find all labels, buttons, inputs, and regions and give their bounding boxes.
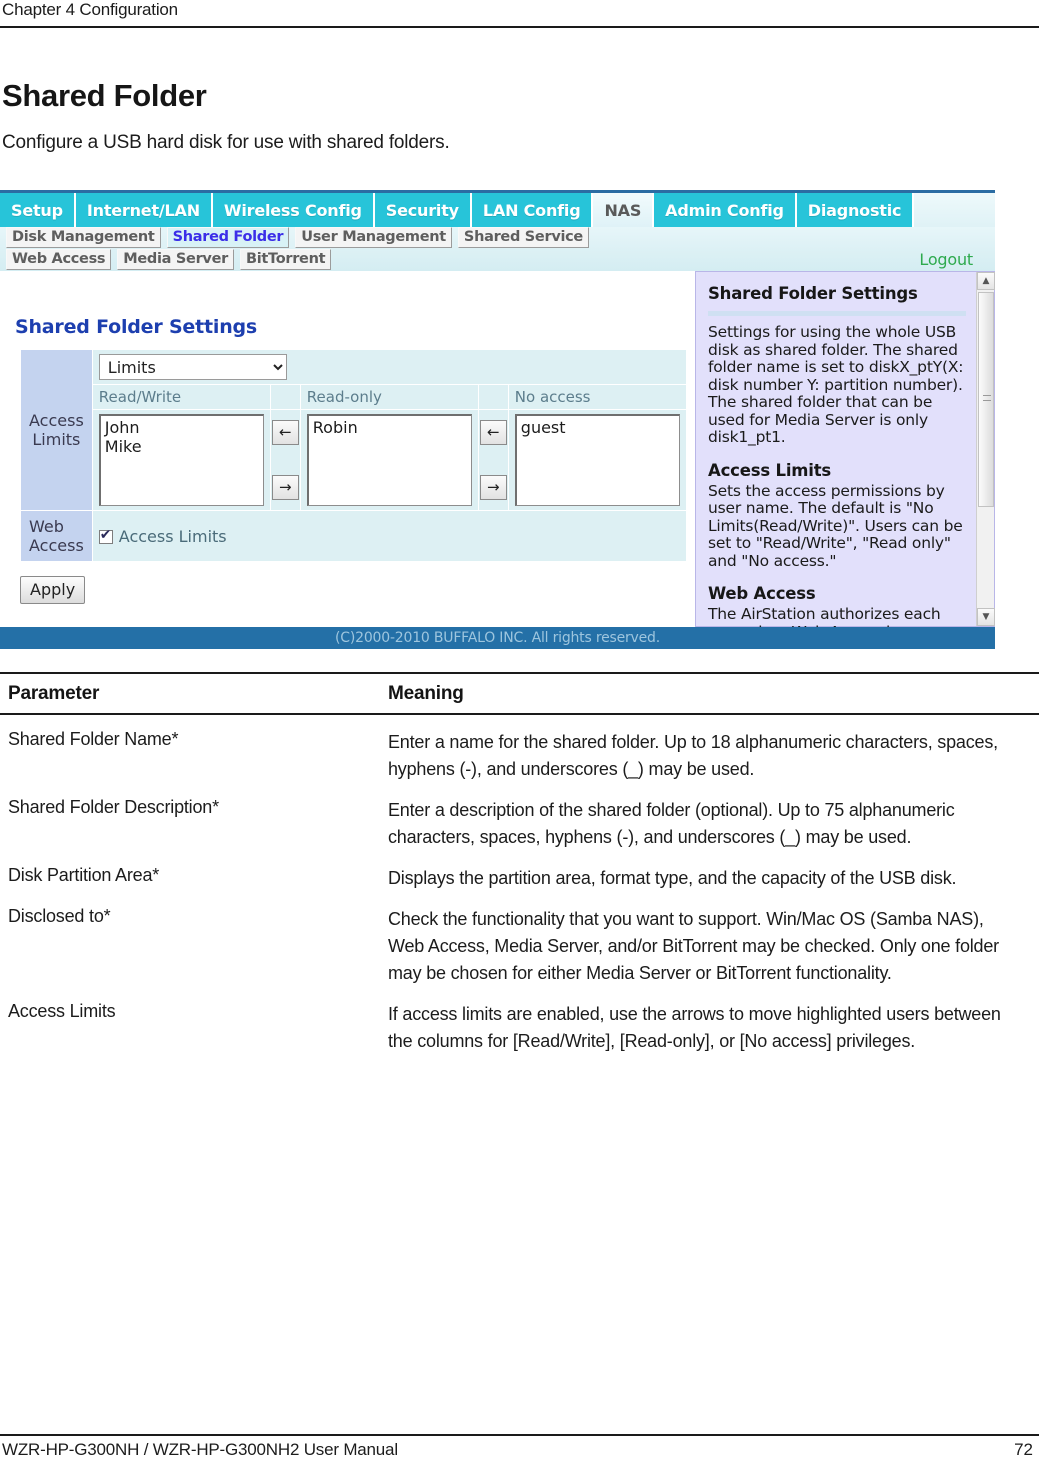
sub-tab-shared-service[interactable]: Shared Service — [457, 227, 589, 248]
cell-meaning: Displays the partition area, format type… — [388, 868, 957, 888]
cell-meaning: Check the functionality that you want to… — [388, 909, 999, 983]
cell-parameter: Shared Folder Description* — [8, 797, 219, 817]
scrollbar-thumb[interactable] — [978, 292, 994, 507]
move-left-arrow-1[interactable]: ← — [271, 420, 299, 445]
table-header-row: Parameter Meaning — [0, 674, 1039, 713]
col-head-spacer-1 — [269, 384, 301, 410]
cell-parameter: Disclosed to* — [8, 906, 111, 926]
form-row-web-access: Web Access Access Limits — [20, 510, 687, 562]
cell-parameter: Access Limits — [8, 1001, 116, 1021]
main-tab-security[interactable]: Security — [374, 193, 472, 227]
cell-parameter: Disk Partition Area* — [8, 865, 160, 885]
access-limits-label: Access Limits — [20, 349, 93, 511]
running-head: Chapter 4 Configuration — [2, 0, 178, 19]
main-tab-setup[interactable]: Setup — [0, 193, 76, 227]
scrollbar-grip-icon — [983, 395, 991, 402]
help-divider — [708, 311, 966, 316]
cell-parameter: Shared Folder Name* — [8, 729, 179, 749]
footer-page-number: 72 — [1014, 1440, 1033, 1459]
sub-tab-bar-row2: Web Access Media Server BitTorrent — [0, 249, 995, 271]
read-write-cell: John Mike — [91, 409, 271, 511]
page-title: Shared Folder — [2, 78, 207, 113]
help-heading-2: Access Limits — [708, 460, 832, 480]
move-left-arrow-2[interactable]: ← — [479, 420, 507, 445]
web-access-cell: Access Limits — [91, 510, 687, 562]
table-row: Disclosed to* Check the functionality tha… — [0, 892, 1039, 987]
cell-meaning: If access limits are enabled, use the ar… — [388, 1004, 1001, 1051]
main-tab-nas[interactable]: NAS — [593, 193, 655, 227]
arrow-group-1: ← → — [269, 409, 301, 511]
cell-meaning: Enter a description of the shared folder… — [388, 800, 955, 847]
web-access-checkbox-label: Access Limits — [118, 526, 227, 546]
help-scrollbar[interactable]: ▲ ▼ — [976, 272, 995, 626]
help-paragraph-1: Settings for using the whole USB disk as… — [708, 323, 964, 446]
sub-tab-disk-management[interactable]: Disk Management — [6, 227, 161, 248]
help-heading-1: Shared Folder Settings — [708, 284, 918, 303]
sub-tab-media-server[interactable]: Media Server — [117, 249, 234, 270]
web-access-checkbox[interactable] — [98, 527, 113, 544]
read-only-listbox[interactable]: Robin — [306, 414, 472, 506]
read-write-listbox[interactable]: John Mike — [98, 414, 264, 506]
admin-page-body: Shared Folder Settings Access Limits Lim… — [0, 271, 995, 640]
sub-tab-user-management[interactable]: User Management — [295, 227, 452, 248]
limits-select-cell: Limits — [91, 349, 687, 385]
col-head-no-access: No access — [507, 384, 687, 410]
move-right-arrow-2[interactable]: → — [479, 475, 507, 500]
col-head-read-only: Read-only — [299, 384, 479, 410]
apply-button[interactable]: Apply — [20, 576, 86, 604]
table-row: Access Limits If access limits are enable… — [0, 987, 1039, 1055]
col-head-read-write: Read/Write — [91, 384, 271, 410]
router-admin-screenshot: Setup Internet/LAN Wireless Config Security… — [0, 190, 995, 652]
table-row: Shared Folder Description* Enter a descri… — [0, 783, 1039, 851]
main-tab-lan-config[interactable]: LAN Config — [471, 193, 594, 227]
main-tab-wireless-config[interactable]: Wireless Config — [212, 193, 375, 227]
column-header-meaning: Meaning — [388, 683, 464, 704]
sub-tab-web-access[interactable]: Web Access — [6, 249, 112, 270]
header-rule — [0, 26, 1039, 28]
page-subtitle: Configure a USB hard disk for use with s… — [2, 132, 450, 153]
footer-manual-name: WZR-HP-G300NH / WZR-HP-G300NH2 User Manu… — [2, 1440, 398, 1459]
arrow-group-2: ← → — [477, 409, 509, 511]
form-row-column-heads: Read/Write Read-only No access — [21, 384, 687, 410]
sub-tab-bittorrent[interactable]: BitTorrent — [239, 249, 332, 270]
scroll-up-icon[interactable]: ▲ — [977, 272, 995, 290]
help-paragraph-2: Sets the access permissions by user name… — [708, 481, 963, 570]
help-heading-3: Web Access — [708, 584, 816, 603]
move-right-arrow-1[interactable]: → — [271, 475, 299, 500]
shared-folder-form: Access Limits Limits Read/Write Read-onl… — [20, 349, 687, 562]
footer-rule — [0, 1434, 1039, 1436]
help-content: Shared Folder Settings Settings for usin… — [708, 280, 966, 641]
help-pane: Shared Folder Settings Settings for usin… — [695, 271, 995, 640]
logout-link[interactable]: Logout — [919, 250, 973, 269]
sub-tab-shared-folder[interactable]: Shared Folder — [166, 227, 290, 248]
sub-tab-bar-row1: Disk Management Shared Folder User Managem… — [0, 227, 995, 249]
no-access-listbox[interactable]: guest — [514, 414, 680, 506]
no-access-cell: guest — [507, 409, 687, 511]
parameter-table: Parameter Meaning Shared Folder Name* Ent… — [0, 672, 1039, 1055]
main-tab-admin-config[interactable]: Admin Config — [654, 193, 797, 227]
table-row: Disk Partition Area* Displays the partiti… — [0, 851, 1039, 892]
cell-meaning: Enter a name for the shared folder. Up t… — [388, 732, 998, 779]
settings-pane: Shared Folder Settings Access Limits Lim… — [0, 271, 690, 627]
main-tab-diagnostic[interactable]: Diagnostic — [796, 193, 915, 227]
access-limits-select[interactable]: Limits — [98, 354, 287, 380]
table-row: Shared Folder Name* Enter a name for the … — [0, 715, 1039, 783]
main-tab-internet-lan[interactable]: Internet/LAN — [75, 193, 213, 227]
read-only-cell: Robin — [299, 409, 479, 511]
col-head-spacer-2 — [477, 384, 509, 410]
main-tab-bar: Setup Internet/LAN Wireless Config Security… — [0, 193, 995, 227]
form-row-lists: John Mike ← → Robin ← → guest — [21, 409, 687, 511]
settings-heading: Shared Folder Settings — [15, 316, 258, 338]
column-header-parameter: Parameter — [8, 683, 100, 704]
web-access-label: Web Access — [20, 510, 93, 562]
copyright-bar: (C)2000-2010 BUFFALO INC. All rights res… — [0, 627, 995, 649]
form-row-select: Access Limits Limits — [20, 349, 687, 511]
scroll-down-icon[interactable]: ▼ — [977, 608, 995, 626]
